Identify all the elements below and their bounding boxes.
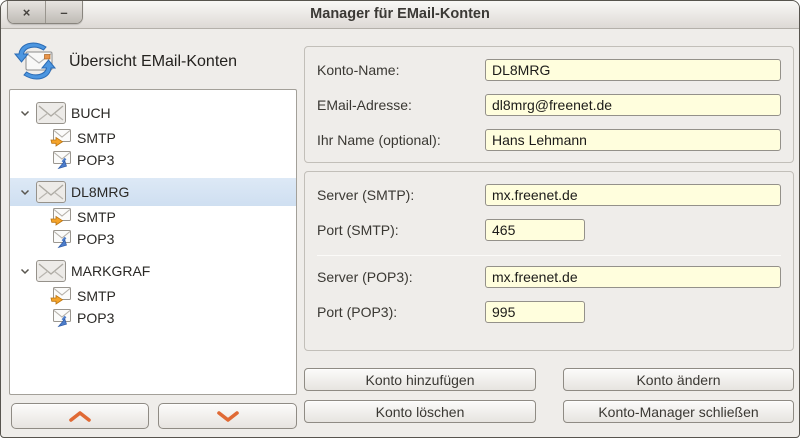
envelope-outgoing-icon [50,128,74,148]
account-tree[interactable]: BUCH SMTP [9,89,297,395]
servers-groupbox: Server (SMTP): Port (SMTP): Server (POP3… [304,171,794,351]
envelope-incoming-icon [50,150,74,170]
tree-buch-smtp[interactable]: SMTP [10,127,296,149]
add-account-button[interactable]: Konto hinzufügen [304,368,536,391]
form-row: Konto-Name: [317,59,781,81]
delete-account-label: Konto löschen [376,404,465,420]
port-pop3-input[interactable] [485,301,585,323]
expand-chevron-icon[interactable] [20,268,30,275]
envelope-outgoing-icon [50,207,74,227]
protocol-name: POP3 [77,152,114,168]
change-account-button[interactable]: Konto ändern [563,368,794,391]
port-smtp-input[interactable] [485,219,585,241]
tree-account-dl8mrg[interactable]: DL8MRG [10,178,296,206]
form-row: Ihr Name (optional): [317,129,781,151]
form-row: EMail-Adresse: [317,94,781,116]
delete-account-button[interactable]: Konto löschen [304,400,536,423]
account-group: DL8MRG SMTP [10,178,296,250]
smtp-pop3-divider [317,255,781,256]
server-pop3-input[interactable] [485,266,781,288]
account-name: BUCH [71,105,111,121]
close-manager-label: Konto-Manager schließen [598,404,758,420]
envelope-icon [36,181,66,203]
email-adresse-label: EMail-Adresse: [317,97,485,113]
protocol-name: POP3 [77,231,114,247]
form-row: Server (POP3): [317,266,781,288]
chevron-up-icon [67,410,93,423]
mail-sync-icon [13,41,57,86]
change-account-label: Konto ändern [636,372,720,388]
account-name: MARKGRAF [71,263,150,279]
account-group: MARKGRAF SMTP [10,257,296,329]
envelope-icon [36,102,66,124]
konto-name-input[interactable] [485,59,781,81]
tree-buch-pop3[interactable]: POP3 [10,149,296,171]
protocol-name: SMTP [77,288,116,304]
envelope-icon [36,260,66,282]
protocol-name: SMTP [77,130,116,146]
sidebar-title: Übersicht EMail-Konten [69,53,237,71]
protocol-name: SMTP [77,209,116,225]
server-pop3-label: Server (POP3): [317,269,485,285]
protocol-name: POP3 [77,310,114,326]
port-smtp-label: Port (SMTP): [317,222,485,238]
port-pop3-label: Port (POP3): [317,304,485,320]
tree-markgraf-pop3[interactable]: POP3 [10,307,296,329]
form-row: Server (SMTP): [317,184,781,206]
account-name: DL8MRG [71,184,129,200]
konto-name-label: Konto-Name: [317,62,485,78]
envelope-incoming-icon [50,308,74,328]
form-row: Port (SMTP): [317,219,781,241]
move-up-button[interactable] [11,403,149,429]
envelope-incoming-icon [50,229,74,249]
server-smtp-input[interactable] [485,184,781,206]
server-smtp-label: Server (SMTP): [317,187,485,203]
expand-chevron-icon[interactable] [20,110,30,117]
account-group: BUCH SMTP [10,99,296,171]
ihr-name-label: Ihr Name (optional): [317,132,485,148]
add-account-label: Konto hinzufügen [366,372,475,388]
tree-dl8mrg-pop3[interactable]: POP3 [10,228,296,250]
tree-markgraf-smtp[interactable]: SMTP [10,285,296,307]
envelope-outgoing-icon [50,286,74,306]
identity-groupbox: Konto-Name: EMail-Adresse: Ihr Name (opt… [304,46,794,163]
email-adresse-input[interactable] [485,94,781,116]
titlebar: × – Manager für EMail-Konten [1,1,799,29]
ihr-name-input[interactable] [485,129,781,151]
window-title: Manager für EMail-Konten [1,6,799,22]
form-row: Port (POP3): [317,301,781,323]
expand-chevron-icon[interactable] [20,189,30,196]
chevron-down-icon [215,410,241,423]
tree-dl8mrg-smtp[interactable]: SMTP [10,206,296,228]
move-down-button[interactable] [158,403,297,429]
tree-account-buch[interactable]: BUCH [10,99,296,127]
close-manager-button[interactable]: Konto-Manager schließen [563,400,794,423]
tree-account-markgraf[interactable]: MARKGRAF [10,257,296,285]
email-account-manager-window: × – Manager für EMail-Konten Übersicht E… [0,0,800,438]
